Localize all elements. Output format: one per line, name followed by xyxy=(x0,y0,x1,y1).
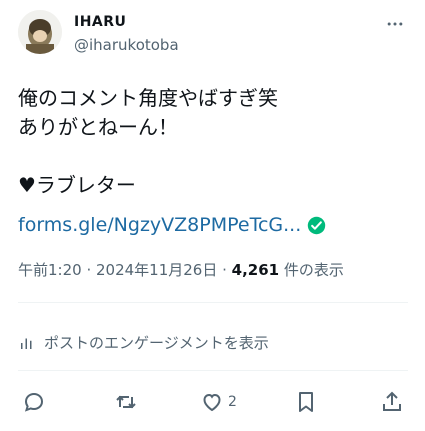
avatar[interactable] xyxy=(18,10,62,54)
action-bar: 2 xyxy=(18,384,408,420)
like-count: 2 xyxy=(228,394,237,410)
form-link[interactable]: forms.gle/NgzyVZ8PMPeTcG... xyxy=(18,214,326,236)
display-name[interactable]: IHARU xyxy=(74,14,126,30)
reply-button[interactable] xyxy=(22,384,50,420)
tweet-header: IHARU @iharukotoba xyxy=(18,10,410,66)
bookmark-button[interactable] xyxy=(294,384,322,420)
share-icon xyxy=(383,391,401,411)
heart-icon xyxy=(203,393,221,412)
more-button[interactable] xyxy=(380,12,410,36)
tweet-meta: 午前1:20 · 2024年11月26日 · 4,261 件の表示 xyxy=(18,259,344,280)
tweet-text: 俺のコメント角度やばすぎ笑 ありがとねーん！ ♥ラブレター xyxy=(18,86,278,197)
share-button[interactable] xyxy=(380,384,404,420)
view-label: 件の表示 xyxy=(279,261,344,279)
view-count: 4,261 xyxy=(231,261,280,279)
avatar-illustration xyxy=(18,10,62,54)
divider-bottom xyxy=(18,370,408,371)
engagement-link[interactable]: ポストのエンゲージメントを表示 xyxy=(18,332,269,353)
divider-top xyxy=(18,302,408,303)
more-dots-icon xyxy=(387,22,403,26)
user-handle[interactable]: @iharukotoba xyxy=(74,36,179,54)
reply-icon xyxy=(24,392,44,412)
retweet-icon xyxy=(116,395,136,409)
check-badge-icon xyxy=(308,216,326,234)
engagement-link-text[interactable]: ポストのエンゲージメントを表示 xyxy=(44,332,269,353)
form-link-text[interactable]: forms.gle/NgzyVZ8PMPeTcG... xyxy=(18,214,301,236)
timestamp[interactable]: 午前1:20 · 2024年11月26日 · xyxy=(18,261,232,279)
retweet-button[interactable] xyxy=(114,384,142,420)
like-button[interactable]: 2 xyxy=(200,384,237,420)
bookmark-icon xyxy=(299,392,313,412)
analytics-icon xyxy=(21,338,32,349)
